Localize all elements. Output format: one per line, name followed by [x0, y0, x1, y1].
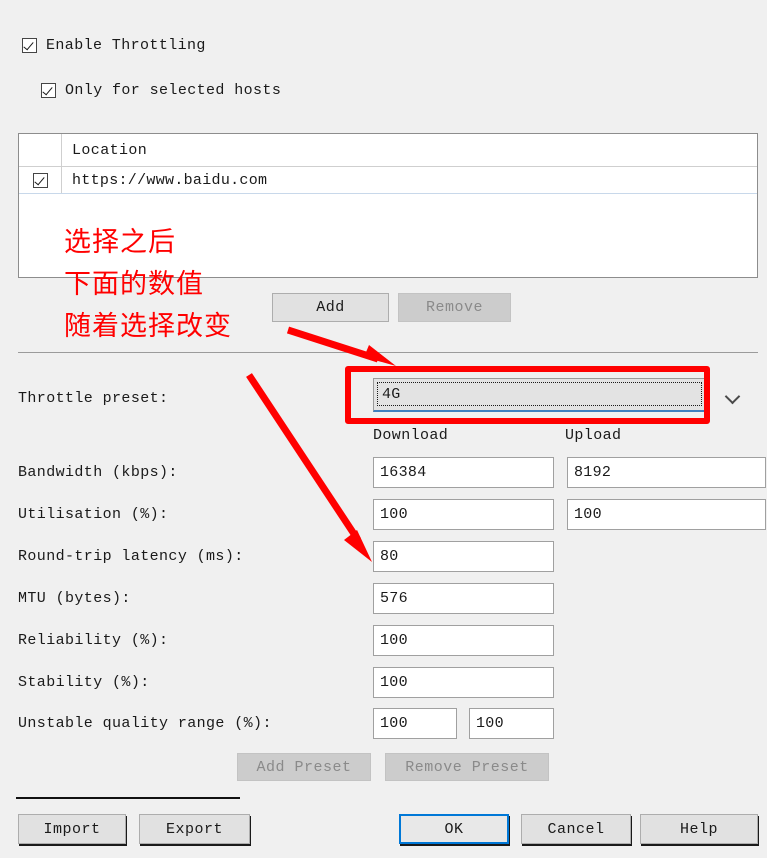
import-button[interactable]: Import: [18, 814, 126, 844]
unstable-quality-max-input[interactable]: 100: [469, 708, 554, 739]
remove-button: Remove: [398, 293, 511, 322]
chevron-down-icon: [725, 391, 740, 400]
bandwidth-label: Bandwidth (kbps):: [18, 464, 178, 481]
hosts-table-header: Location: [19, 134, 757, 167]
bandwidth-upload-input[interactable]: 8192: [567, 457, 766, 488]
stability-label: Stability (%):: [18, 674, 150, 691]
stability-input[interactable]: 100: [373, 667, 554, 698]
host-row-location: https://www.baidu.com: [72, 171, 268, 189]
hosts-table-header-check: [19, 134, 62, 166]
round-trip-latency-input[interactable]: 80: [373, 541, 554, 572]
mtu-input[interactable]: 576: [373, 583, 554, 614]
reliability-input[interactable]: 100: [373, 625, 554, 656]
annotation-line-2: 下面的数值: [64, 269, 204, 300]
cancel-button[interactable]: Cancel: [521, 814, 631, 844]
throttle-preset-field[interactable]: 4G: [373, 378, 706, 412]
upload-column-header: Upload: [565, 427, 622, 444]
host-row-checkbox-cell[interactable]: [19, 167, 62, 193]
mtu-label: MTU (bytes):: [18, 590, 131, 607]
add-button[interactable]: Add: [272, 293, 389, 322]
throttle-settings-dialog: Enable Throttling Only for selected host…: [0, 0, 767, 858]
utilisation-upload-input[interactable]: 100: [567, 499, 766, 530]
enable-throttling-label: Enable Throttling: [46, 37, 206, 54]
utilisation-label: Utilisation (%):: [18, 506, 169, 523]
throttle-preset-dropdown-button[interactable]: [706, 378, 758, 412]
table-row[interactable]: https://www.baidu.com: [19, 167, 757, 194]
only-selected-hosts-label: Only for selected hosts: [65, 82, 282, 99]
export-button[interactable]: Export: [139, 814, 250, 844]
annotation-line-3: 随着选择改变: [64, 311, 232, 342]
annotation-line-1: 选择之后: [64, 227, 176, 258]
arrow-to-latency-field: [246, 373, 372, 562]
section-divider: [18, 352, 758, 353]
arrow-to-preset-dropdown: [286, 326, 396, 366]
throttle-preset-label: Throttle preset:: [18, 390, 169, 407]
footer-divider: [16, 797, 240, 799]
enable-throttling-row[interactable]: Enable Throttling: [22, 37, 206, 54]
throttle-preset-value: 4G: [377, 382, 702, 406]
download-column-header: Download: [373, 427, 449, 444]
unstable-quality-min-input[interactable]: 100: [373, 708, 457, 739]
utilisation-download-input[interactable]: 100: [373, 499, 554, 530]
enable-throttling-checkbox[interactable]: [22, 38, 37, 53]
help-button[interactable]: Help: [640, 814, 758, 844]
add-preset-button: Add Preset: [237, 753, 371, 781]
throttle-preset-combobox[interactable]: 4G: [373, 378, 758, 416]
round-trip-latency-label: Round-trip latency (ms):: [18, 548, 244, 565]
only-selected-hosts-checkbox[interactable]: [41, 83, 56, 98]
bandwidth-download-input[interactable]: 16384: [373, 457, 554, 488]
only-selected-hosts-row[interactable]: Only for selected hosts: [41, 82, 281, 99]
unstable-quality-range-label: Unstable quality range (%):: [18, 715, 272, 732]
ok-button[interactable]: OK: [399, 814, 509, 844]
hosts-table-header-location: Location: [72, 141, 148, 159]
host-row-checkbox[interactable]: [32, 172, 48, 188]
remove-preset-button: Remove Preset: [385, 753, 549, 781]
reliability-label: Reliability (%):: [18, 632, 169, 649]
